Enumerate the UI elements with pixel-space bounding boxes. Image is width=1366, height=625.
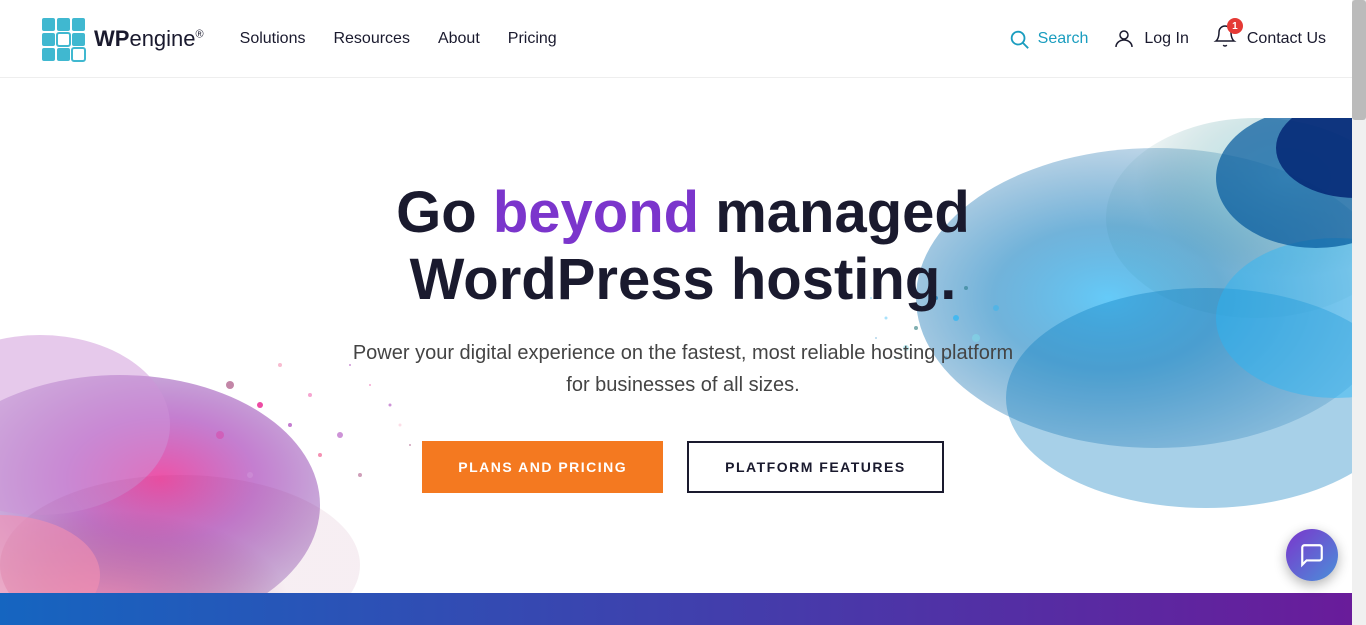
search-button[interactable]: Search [1008,28,1089,50]
platform-features-button[interactable]: PLATFORM FEATURES [687,441,944,493]
scrollbar[interactable] [1352,0,1366,625]
nav-right: Search Log In 1 Contact Us [1008,24,1326,53]
hero-content: Go beyond managed WordPress hosting. Pow… [323,180,1043,493]
logo-icon [40,16,86,62]
nav-left: WPengine® Solutions Resources About Pric… [40,16,557,62]
hero-title-accent: beyond [493,180,699,245]
search-icon [1008,28,1030,50]
nav-item-solutions[interactable]: Solutions [240,30,306,48]
login-button[interactable]: Log In [1112,27,1188,51]
logo-text: WPengine® [94,26,204,52]
scrollbar-thumb[interactable] [1352,0,1366,120]
notification-badge: 1 [1227,18,1243,34]
login-label: Log In [1144,30,1188,48]
hero-buttons: PLANS AND PRICING PLATFORM FEATURES [343,441,1023,493]
bottom-gradient-bar [0,593,1366,625]
user-icon [1112,27,1136,51]
hero-title-pre: Go [396,180,493,245]
hero-title: Go beyond managed WordPress hosting. [343,180,1023,313]
nav-item-resources[interactable]: Resources [333,30,409,48]
search-label: Search [1038,30,1089,48]
hero-subtitle: Power your digital experience on the fas… [343,337,1023,401]
nav-item-pricing[interactable]: Pricing [508,30,557,48]
navbar: WPengine® Solutions Resources About Pric… [0,0,1366,78]
bell-wrapper: 1 [1213,24,1237,53]
hero-section: Go beyond managed WordPress hosting. Pow… [0,78,1366,625]
contact-us-button[interactable]: 1 Contact Us [1213,24,1326,53]
nav-links: Solutions Resources About Pricing [240,30,557,48]
chat-icon [1299,542,1325,568]
nav-item-about[interactable]: About [438,30,480,48]
chat-bubble-button[interactable] [1286,529,1338,581]
logo[interactable]: WPengine® [40,16,204,62]
contact-label: Contact Us [1247,30,1326,48]
plans-pricing-button[interactable]: PLANS AND PRICING [422,441,663,493]
